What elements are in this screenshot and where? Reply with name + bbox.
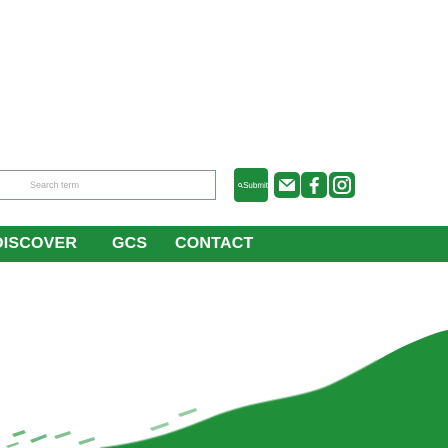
hero-image	[6, 330, 448, 448]
nav-item-gcs[interactable]: GCS	[112, 226, 147, 262]
nav-item-contact[interactable]: CONTACT	[175, 226, 253, 262]
nav-item-discover[interactable]: DISCOVER	[0, 226, 77, 262]
search-submit-label: Submit	[243, 180, 268, 190]
search-input[interactable]	[0, 170, 216, 200]
page: Submit DISCOVER GCS CONTACT	[0, 0, 448, 448]
main-nav: DISCOVER GCS CONTACT	[0, 226, 448, 262]
instagram-icon[interactable]	[329, 172, 355, 198]
email-icon[interactable]	[274, 172, 300, 198]
facebook-icon[interactable]	[301, 172, 327, 198]
search-submit-button[interactable]: Submit	[234, 168, 268, 202]
